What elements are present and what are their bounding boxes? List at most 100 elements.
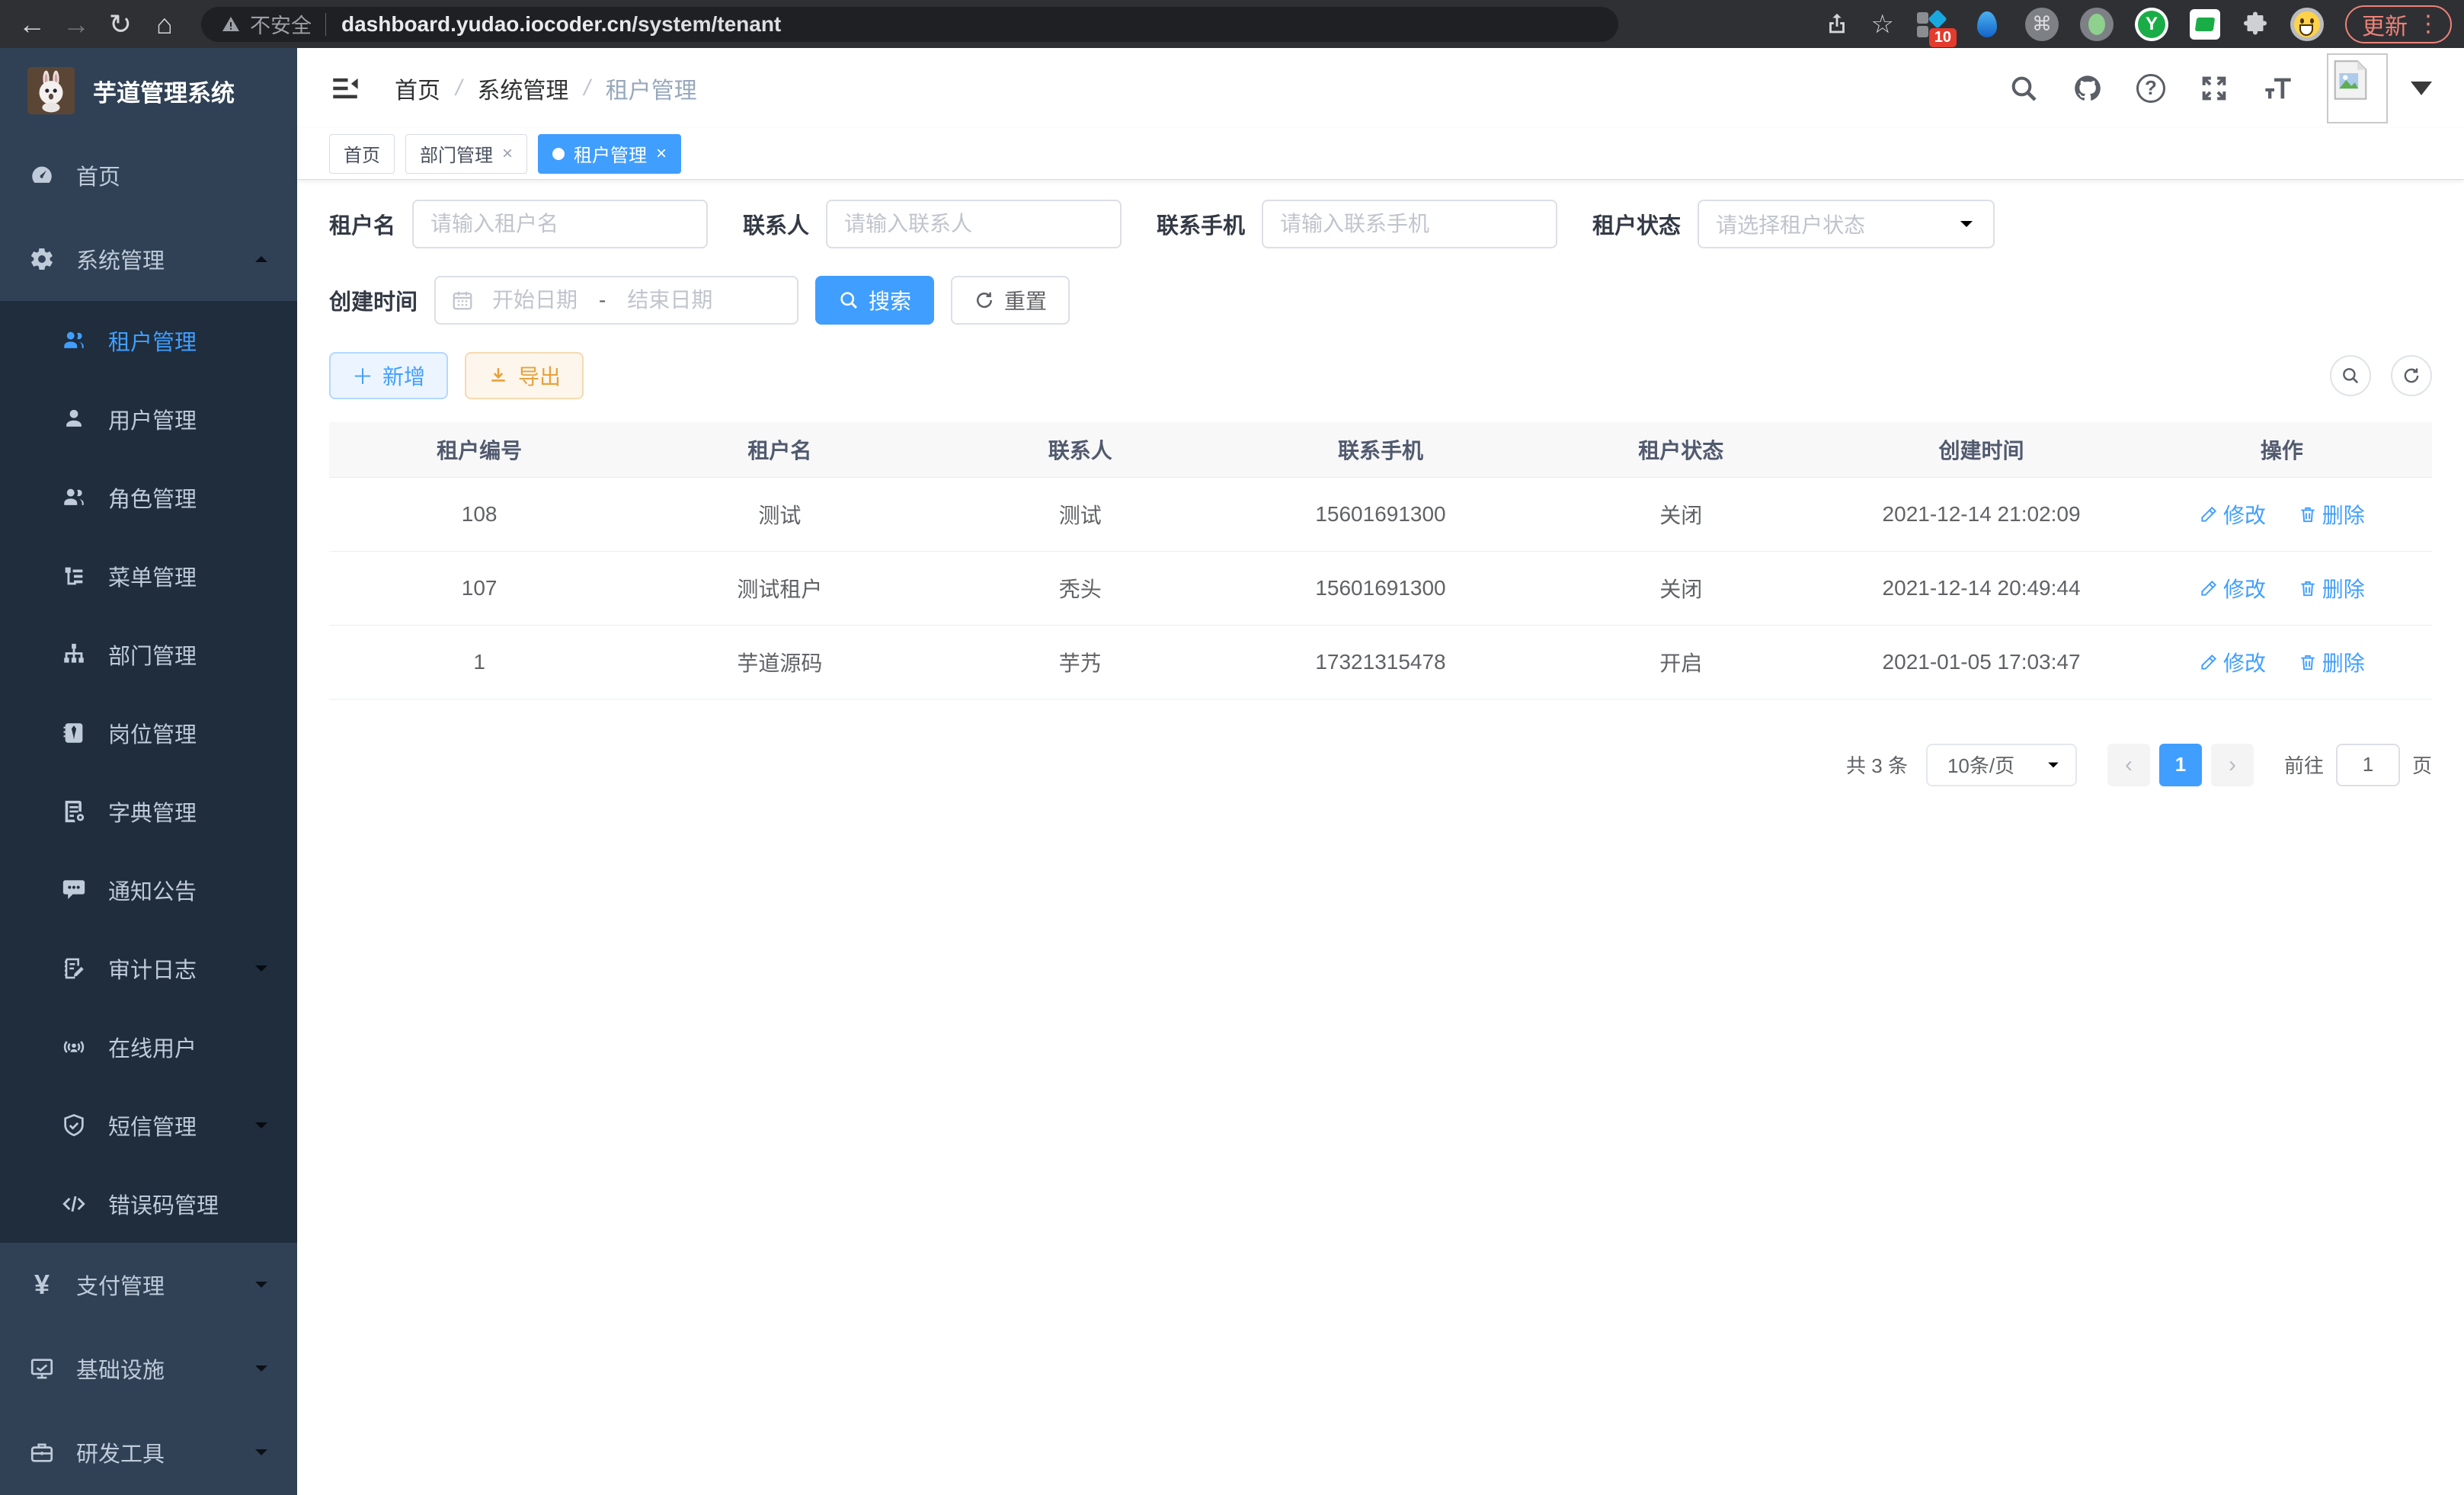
refresh-table-button[interactable]	[2391, 355, 2432, 396]
page-size-value: 10条/页	[1947, 751, 2014, 779]
reset-button[interactable]: 重置	[951, 276, 1070, 325]
avatar[interactable]	[2327, 53, 2388, 123]
goto-page-input[interactable]	[2336, 744, 2400, 786]
tab-close-icon[interactable]: ×	[502, 143, 513, 165]
edit-link[interactable]: 修改	[2199, 647, 2266, 677]
status-select[interactable]: 请选择租户状态	[1698, 200, 1995, 248]
extension-command-icon[interactable]: ⌘	[2025, 8, 2059, 41]
extensions-puzzle-icon[interactable]	[2242, 11, 2269, 38]
goto-page: 前往 页	[2284, 744, 2432, 786]
tab-close-icon[interactable]: ×	[656, 143, 667, 165]
date-start-input[interactable]	[474, 288, 596, 312]
tab-tenant[interactable]: 租户管理 ×	[538, 134, 681, 174]
online-icon	[61, 1034, 87, 1060]
avatar-caret-down-icon[interactable]	[2411, 82, 2432, 95]
sidebar-item-sms[interactable]: 短信管理	[0, 1086, 297, 1164]
browser-reload-icon[interactable]: ↻	[101, 5, 140, 44]
status-label: 租户状态	[1592, 208, 1681, 240]
font-size-icon[interactable]	[2263, 73, 2293, 104]
help-icon[interactable]: ?	[2136, 74, 2165, 103]
prev-page-button[interactable]: ‹	[2107, 744, 2150, 786]
sidebar-item-home[interactable]: 首页	[0, 133, 297, 217]
breadcrumb-system[interactable]: 系统管理	[477, 72, 568, 105]
app-logo-row[interactable]: 芋道管理系统	[0, 48, 297, 133]
sidebar-item-label: 部门管理	[108, 639, 197, 671]
sidebar-item-menu[interactable]: 菜单管理	[0, 536, 297, 615]
delete-link[interactable]: 删除	[2298, 647, 2365, 677]
sidebar-item-role[interactable]: 角色管理	[0, 458, 297, 536]
header-search-icon[interactable]	[2008, 73, 2039, 104]
sidebar-item-label: 支付管理	[76, 1269, 165, 1301]
bookmark-star-icon[interactable]: ☆	[1871, 9, 1894, 40]
add-button[interactable]: ＋ 新增	[329, 352, 448, 399]
extension-y-icon[interactable]: Y	[2135, 8, 2168, 41]
active-tab-dot	[552, 148, 565, 160]
extension-emoji-icon[interactable]	[2290, 8, 2324, 41]
address-divider	[325, 13, 326, 36]
sidebar-item-system[interactable]: 系统管理	[0, 217, 297, 301]
next-page-button[interactable]: ›	[2211, 744, 2254, 786]
tenant-name-input[interactable]	[412, 200, 708, 248]
date-range-picker[interactable]: -	[434, 276, 798, 325]
edit-link[interactable]: 修改	[2199, 573, 2266, 603]
refresh-icon	[974, 290, 995, 311]
date-end-input[interactable]	[609, 288, 731, 312]
sidebar-item-error-code[interactable]: 错误码管理	[0, 1164, 297, 1243]
created-time-label: 创建时间	[329, 284, 418, 316]
tab-home[interactable]: 首页	[329, 134, 395, 174]
sidebar-item-online-user[interactable]: 在线用户	[0, 1007, 297, 1086]
tab-dept[interactable]: 部门管理 ×	[405, 134, 527, 174]
tab-label: 部门管理	[420, 140, 493, 167]
toggle-search-button[interactable]	[2330, 355, 2371, 396]
extension-balloon-icon[interactable]	[1970, 8, 2004, 41]
export-button[interactable]: 导出	[465, 352, 584, 399]
share-icon[interactable]	[1824, 11, 1850, 37]
cell-contact: 秃头	[930, 551, 1230, 625]
broken-image-icon	[2333, 59, 2368, 101]
user-icon	[61, 406, 87, 432]
status-select-placeholder: 请选择租户状态	[1716, 209, 1865, 239]
browser-home-icon[interactable]: ⌂	[145, 5, 184, 44]
sidebar-item-dict[interactable]: 字典管理	[0, 772, 297, 850]
contact-input[interactable]	[826, 200, 1122, 248]
sidebar-fold-icon[interactable]	[329, 72, 361, 104]
sidebar-item-post[interactable]: 岗位管理	[0, 693, 297, 772]
sidebar-item-label: 角色管理	[108, 482, 197, 514]
sidebar-item-tenant[interactable]: 租户管理	[0, 301, 297, 379]
col-tenant-id: 租户编号	[329, 422, 629, 477]
sidebar-item-notice[interactable]: 通知公告	[0, 850, 297, 929]
security-label[interactable]: 不安全	[250, 9, 312, 39]
address-bar[interactable]: 不安全 dashboard.yudao.iocoder.cn /system/t…	[201, 7, 1618, 42]
phone-input[interactable]	[1262, 200, 1557, 248]
sidebar-item-dev-tools[interactable]: 研发工具	[0, 1410, 297, 1494]
github-icon[interactable]	[2072, 73, 2103, 104]
sidebar-item-infra[interactable]: 基础设施	[0, 1327, 297, 1410]
page-number-1[interactable]: 1	[2159, 744, 2202, 786]
message-icon	[61, 877, 87, 903]
navbar-actions: ?	[2008, 53, 2432, 123]
search-button[interactable]: 搜索	[815, 276, 934, 325]
export-button-label: 导出	[518, 360, 561, 391]
extension-chat-icon[interactable]	[2190, 9, 2220, 40]
browser-forward-icon[interactable]: →	[56, 5, 96, 44]
delete-link[interactable]: 删除	[2298, 499, 2365, 530]
breadcrumb-current: 租户管理	[606, 72, 697, 105]
breadcrumb-home[interactable]: 首页	[395, 72, 440, 105]
sidebar-item-pay[interactable]: ¥ 支付管理	[0, 1243, 297, 1327]
sidebar-item-user[interactable]: 用户管理	[0, 379, 297, 458]
sidebar-item-audit-log[interactable]: 审计日志	[0, 929, 297, 1007]
delete-link[interactable]: 删除	[2298, 573, 2365, 603]
url-path[interactable]: /system/tenant	[632, 12, 781, 37]
browser-update-button[interactable]: 更新 ⋮	[2345, 5, 2452, 43]
edit-label: 修改	[2223, 573, 2266, 603]
page-size-select[interactable]: 10条/页	[1926, 744, 2077, 786]
extension-recorder-icon[interactable]	[2080, 8, 2114, 41]
browser-back-icon[interactable]: ←	[12, 5, 52, 44]
filter-row-2: 创建时间 - 搜索 重置	[329, 276, 2432, 325]
browser-menu-dots-icon[interactable]: ⋮	[2417, 11, 2440, 37]
edit-link[interactable]: 修改	[2199, 499, 2266, 530]
sidebar-item-dept[interactable]: 部门管理	[0, 615, 297, 693]
extension-tag-assistant-icon[interactable]: 10	[1915, 8, 1949, 41]
url-domain[interactable]: dashboard.yudao.iocoder.cn	[341, 12, 632, 37]
fullscreen-icon[interactable]	[2199, 73, 2229, 104]
